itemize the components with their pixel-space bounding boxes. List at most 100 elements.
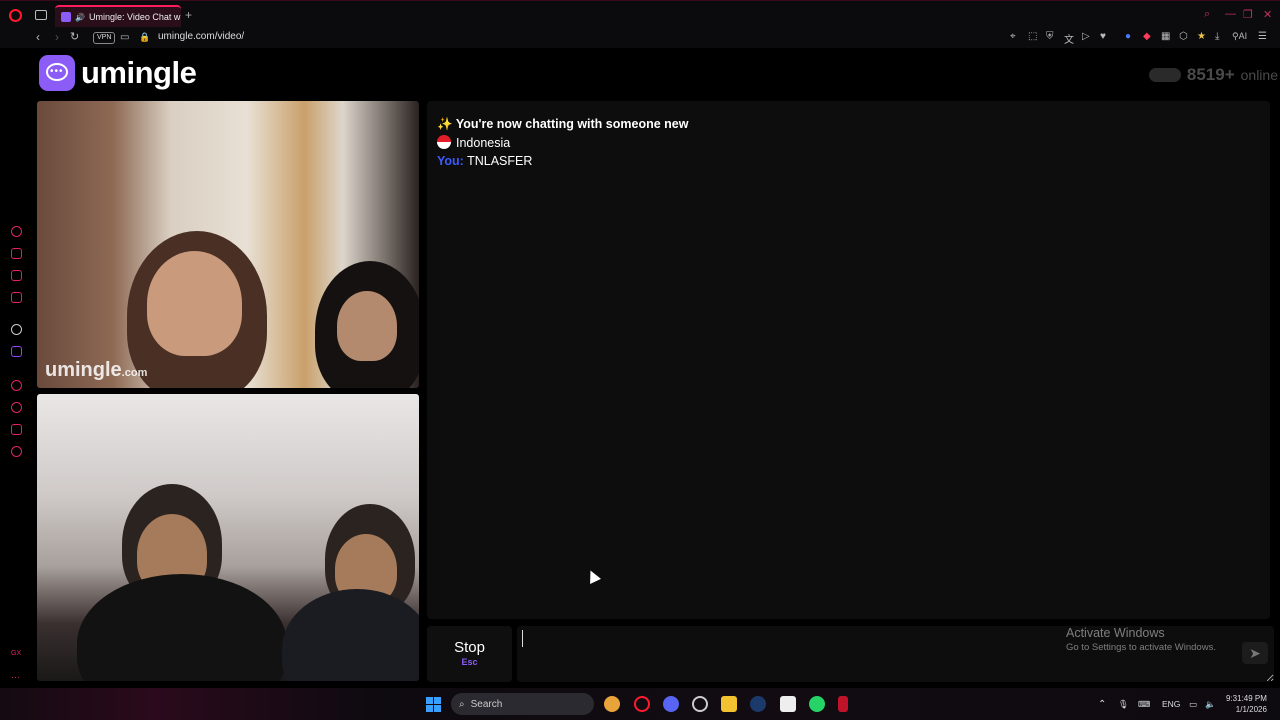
extension-shield-icon[interactable]: ◆	[1143, 31, 1151, 42]
browser-tab[interactable]: 🔊 Umingle: Video Chat w	[55, 5, 181, 27]
capcut-icon[interactable]	[780, 696, 796, 712]
audio-icon[interactable]: 🔊	[75, 13, 85, 22]
settings-icon[interactable]	[11, 446, 22, 457]
messenger-icon[interactable]	[11, 270, 22, 281]
extensions-icon[interactable]: ⬡	[1179, 31, 1188, 42]
address-bar: ‹ › ↻ VPN ▭ 🔒 umingle.com/video/ ⌖ ⬚ ⛨ 文…	[0, 28, 1280, 48]
player-icon[interactable]	[11, 380, 22, 391]
self-video	[37, 394, 419, 681]
browser-tab-bar: 🔊 Umingle: Video Chat w + ⌕ — ❐ ✕	[0, 0, 1280, 28]
steam-icon[interactable]	[750, 696, 766, 712]
pinboard-icon[interactable]	[11, 424, 22, 435]
sparkles-icon: ✨	[437, 117, 453, 131]
reload-icon[interactable]: ↻	[70, 30, 79, 43]
theme-toggle[interactable]	[1148, 68, 1181, 82]
chat-message: You: TNLASFER	[437, 152, 1260, 171]
windows-taskbar: ⌕ Search ⌃ 🎙 ⌨ ENG ▭ 🔈 9:31:49 PM 1/1/20…	[0, 688, 1280, 720]
close-icon[interactable]: ✕	[1263, 8, 1272, 21]
aria-icon[interactable]	[11, 226, 22, 237]
chatgpt-taskbar-icon[interactable]	[692, 696, 708, 712]
indonesia-flag-icon	[437, 134, 451, 149]
logo-text: umingle	[81, 55, 197, 90]
network-icon[interactable]: ▭	[1189, 699, 1197, 710]
activate-subtitle: Go to Settings to activate Windows.	[1066, 642, 1216, 653]
activate-title: Activate Windows	[1066, 626, 1165, 640]
umingle-favicon-icon	[61, 12, 71, 22]
site-logo[interactable]: ••• umingle	[39, 55, 197, 91]
stranger-video: umingle.com	[37, 101, 419, 388]
restore-icon[interactable]: ❐	[1243, 8, 1253, 21]
tray-chevron-icon[interactable]: ⌃	[1098, 699, 1106, 710]
chat-log: ✨ You're now chatting with someone new I…	[427, 101, 1270, 619]
online-label: online	[1240, 67, 1278, 83]
extension-g-icon[interactable]: ●	[1125, 31, 1131, 42]
opera-gx-taskbar-icon[interactable]	[634, 696, 650, 712]
chrome-icon[interactable]	[604, 696, 620, 712]
online-indicator: 8519+ online	[1148, 65, 1278, 85]
tabs-icon[interactable]	[35, 10, 47, 20]
twitch-icon[interactable]	[11, 346, 22, 357]
extension-grid-icon[interactable]: ▦	[1161, 31, 1170, 42]
search-label: Search	[470, 698, 503, 710]
menu-icon[interactable]: ☰	[1258, 31, 1267, 42]
new-tab-icon[interactable]: +	[185, 8, 192, 22]
volume-icon[interactable]: 🔈	[1205, 699, 1216, 710]
message-text: TNLASFER	[467, 154, 533, 168]
send-icon[interactable]: ➤	[1242, 642, 1268, 664]
clock-time: 9:31:49 PM	[1226, 694, 1267, 703]
download-icon[interactable]: ⤓	[1215, 31, 1219, 42]
extension-star-icon[interactable]: ★	[1197, 31, 1206, 42]
text-caret	[522, 630, 523, 647]
umingle-page: ••• umingle 8519+ online umingle.com ✨ Y…	[32, 48, 1280, 688]
whatsapp-icon[interactable]	[809, 696, 825, 712]
ai-button[interactable]: ⚲AI	[1232, 31, 1247, 42]
play-icon[interactable]: ▷	[1082, 31, 1090, 42]
file-explorer-icon[interactable]	[721, 696, 737, 712]
search-icon: ⌕	[459, 698, 465, 710]
country-line: Indonesia	[437, 134, 1260, 153]
more-icon[interactable]: ···	[11, 672, 22, 683]
vpn-badge[interactable]: VPN	[93, 32, 116, 44]
mail-icon[interactable]	[11, 292, 22, 303]
camera-icon[interactable]: ▭	[120, 32, 129, 43]
country-name: Indonesia	[456, 135, 511, 150]
stop-label: Stop	[454, 639, 485, 656]
back-icon[interactable]: ‹	[36, 30, 40, 44]
system-clock[interactable]: 9:31:49 PM 1/1/2026	[1226, 693, 1267, 715]
shopping-icon[interactable]	[11, 248, 22, 259]
message-sender: You:	[437, 154, 464, 168]
ai-label: AI	[1238, 31, 1248, 41]
gx-icon[interactable]: GX	[11, 650, 22, 661]
tab-title: Umingle: Video Chat w	[88, 12, 181, 22]
forward-icon[interactable]: ›	[55, 30, 59, 44]
watermark-main: umingle	[45, 359, 122, 381]
snapshot-icon[interactable]: ⬚	[1028, 31, 1037, 42]
system-message-text: You're now chatting with someone new	[455, 117, 689, 131]
url-field[interactable]: umingle.com/video/	[158, 31, 244, 42]
opera-icon[interactable]	[9, 9, 22, 22]
search-tabs-icon[interactable]: ⌕	[1204, 8, 1210, 21]
windows-start-icon[interactable]	[426, 697, 441, 712]
translate-icon[interactable]: 文	[1064, 31, 1074, 46]
taskbar-search[interactable]: ⌕ Search	[451, 693, 594, 715]
watermark-suffix: .com	[121, 367, 148, 379]
app-icon[interactable]	[838, 696, 848, 712]
umingle-watermark: umingle.com	[45, 359, 147, 382]
lock-icon: 🔒	[139, 32, 151, 42]
minimize-icon[interactable]: —	[1225, 8, 1236, 20]
stop-shortcut: Esc	[461, 657, 478, 667]
discord-icon[interactable]	[663, 696, 679, 712]
browser-sidebar: GX ···	[0, 48, 32, 688]
system-message: ✨ You're now chatting with someone new	[437, 115, 1260, 134]
keyboard-icon[interactable]: ⌨	[1138, 699, 1150, 710]
history-icon[interactable]	[11, 402, 22, 413]
online-count: 8519+	[1186, 65, 1235, 84]
language-indicator[interactable]: ENG	[1162, 699, 1180, 709]
heart-icon[interactable]: ♥	[1100, 31, 1106, 42]
chatgpt-icon[interactable]	[11, 324, 22, 335]
microphone-icon[interactable]: 🎙	[1118, 699, 1129, 710]
stop-button[interactable]: Stop Esc	[427, 626, 512, 682]
clock-date: 1/1/2026	[1235, 705, 1267, 714]
shield-icon[interactable]: ⛨	[1046, 31, 1054, 42]
pin-icon[interactable]: ⌖	[1010, 31, 1016, 42]
